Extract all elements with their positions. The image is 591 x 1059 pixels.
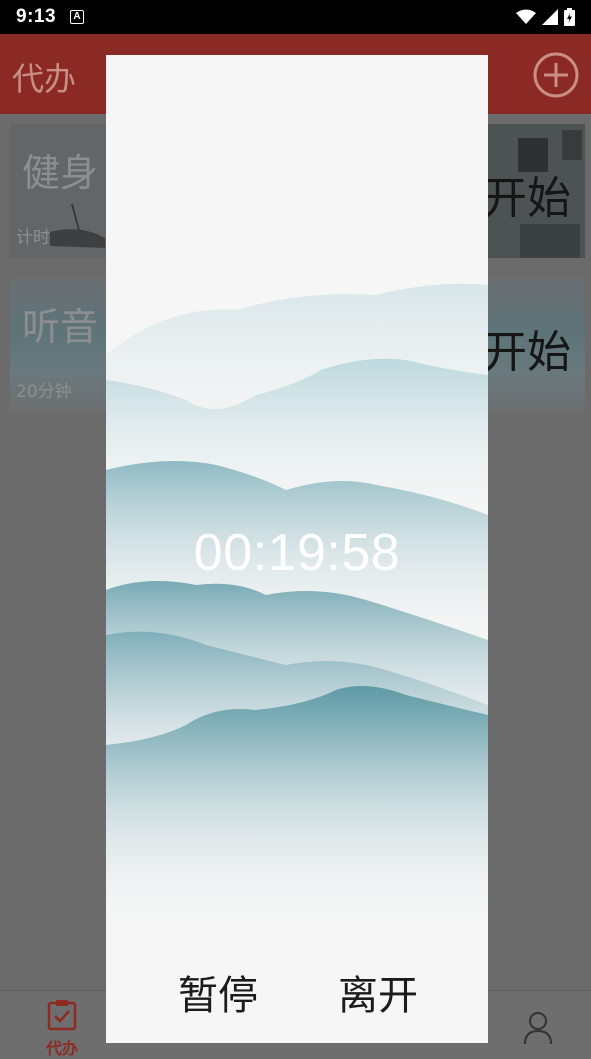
page-title: 代办	[12, 60, 77, 98]
timer-dialog: 00:19:58 暂停 离开	[106, 55, 488, 1043]
leave-button[interactable]: 离开	[338, 963, 418, 1021]
countdown-timer: 00:19:58	[193, 524, 401, 582]
task-subtitle: 20分钟	[16, 382, 72, 402]
clipboard-check-icon	[47, 1000, 77, 1031]
status-time: 9:13	[16, 6, 57, 27]
task-title: 听音	[22, 305, 99, 349]
signal-icon	[542, 9, 558, 25]
start-button[interactable]: 开始	[483, 162, 571, 226]
a-notification-icon: A	[70, 10, 85, 24]
dialog-actions: 暂停 离开	[106, 963, 488, 1023]
status-icons	[516, 8, 575, 26]
task-subtitle: 计时	[16, 228, 50, 248]
status-bar: 9:13 A	[0, 0, 591, 34]
task-title: 健身	[22, 151, 99, 195]
nav-item-label: 代办	[45, 1039, 78, 1058]
pause-button[interactable]: 暂停	[178, 963, 258, 1021]
user-icon[interactable]	[523, 1011, 553, 1045]
wifi-icon	[516, 9, 536, 24]
add-button[interactable]	[533, 52, 579, 98]
nav-item-todo[interactable]: 代办	[40, 999, 84, 1059]
battery-icon	[564, 8, 575, 26]
start-button[interactable]: 开始	[483, 316, 571, 380]
